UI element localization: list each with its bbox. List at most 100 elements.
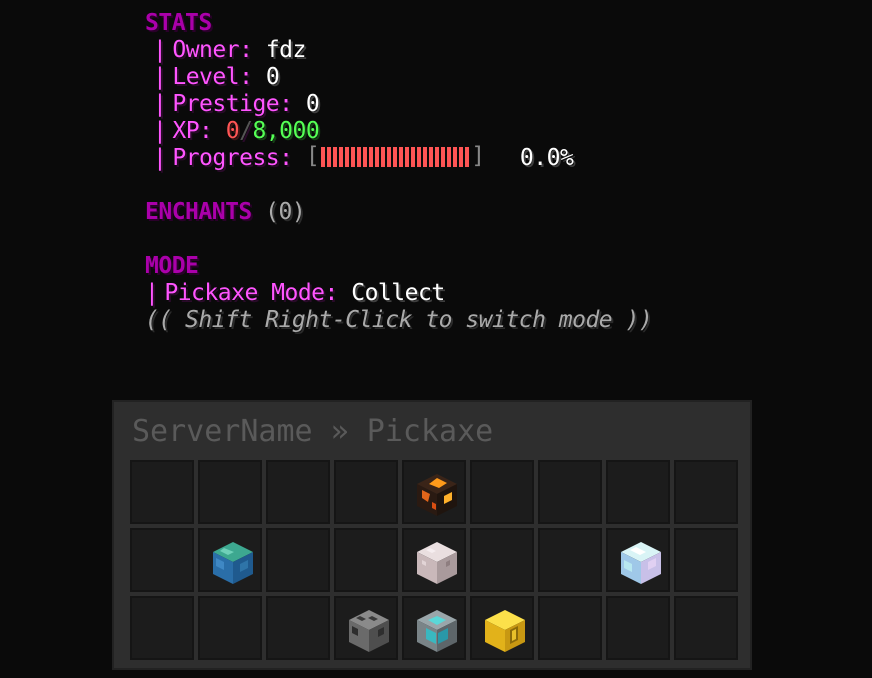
- diorite-block-icon[interactable]: [414, 540, 457, 584]
- line-separator: |: [145, 280, 159, 306]
- progress-segment: [453, 146, 458, 167]
- diamond-block-icon[interactable]: [618, 540, 661, 584]
- enchants-line: ENCHANTS (0): [145, 199, 705, 226]
- inventory-slot[interactable]: [538, 596, 602, 660]
- progress-segment: [333, 146, 338, 167]
- xp-current: 0: [225, 118, 240, 144]
- xp-line: | XP: 0/8,000: [145, 118, 705, 145]
- prismarine-block-icon[interactable]: [210, 540, 253, 584]
- line-separator: |: [153, 37, 167, 63]
- inventory-grid: [130, 460, 738, 660]
- inventory-slot[interactable]: [402, 528, 466, 592]
- progress-percent: 0.0%: [519, 145, 574, 171]
- progress-segment: [447, 146, 452, 167]
- gui-title: ServerName » Pickaxe: [132, 414, 494, 449]
- hint-line: (( Shift Right-Click to switch mode )): [145, 307, 705, 334]
- inventory-slot[interactable]: [402, 596, 466, 660]
- stats-title-line: STATS: [145, 10, 705, 37]
- inventory-slot[interactable]: [198, 528, 262, 592]
- progress-segment: [339, 146, 344, 167]
- inventory-slot[interactable]: [198, 596, 262, 660]
- enchants-count: (0): [265, 199, 306, 225]
- inventory-slot[interactable]: [130, 596, 194, 660]
- inventory-slot[interactable]: [334, 460, 398, 524]
- progress-segment: [441, 146, 446, 167]
- pickaxe-mode-value: Collect: [351, 280, 445, 306]
- progress-line: | Progress: [ ] 0.0%: [145, 143, 705, 172]
- inventory-slot[interactable]: [334, 528, 398, 592]
- owner-line: | Owner: fdz: [145, 37, 705, 64]
- progress-segment: [417, 146, 422, 167]
- progress-segment: [369, 146, 374, 167]
- inventory-slot[interactable]: [266, 528, 330, 592]
- progress-segment: [381, 146, 386, 167]
- inventory-slot[interactable]: [674, 596, 738, 660]
- progress-segment: [459, 146, 464, 167]
- inventory-slot[interactable]: [538, 460, 602, 524]
- beacon-block-icon[interactable]: [414, 608, 457, 652]
- inventory-slot[interactable]: [470, 460, 534, 524]
- level-line: | Level: 0: [145, 64, 705, 91]
- inventory-slot[interactable]: [538, 528, 602, 592]
- progress-segment: [429, 146, 434, 167]
- progress-bracket-close: ]: [471, 143, 485, 169]
- progress-segment: [345, 146, 350, 167]
- inventory-slot[interactable]: [470, 596, 534, 660]
- progress-segment: [387, 146, 392, 167]
- line-separator: |: [153, 118, 167, 144]
- inventory-slot[interactable]: [266, 596, 330, 660]
- inventory-slot[interactable]: [402, 460, 466, 524]
- inventory-slot[interactable]: [470, 528, 534, 592]
- mode-title-line: MODE: [145, 253, 705, 280]
- progress-segment: [327, 146, 332, 167]
- line-separator: |: [153, 64, 167, 90]
- inventory-slot[interactable]: [334, 596, 398, 660]
- mode-title: MODE: [145, 253, 199, 279]
- magma-block-icon[interactable]: [414, 472, 457, 516]
- inventory-slot[interactable]: [606, 460, 670, 524]
- inventory-slot[interactable]: [266, 460, 330, 524]
- xp-separator: /: [239, 118, 253, 144]
- line-separator: |: [153, 91, 167, 117]
- progress-segment: [465, 146, 470, 167]
- progress-bar: [ ]: [306, 143, 485, 170]
- progress-segment: [405, 146, 410, 167]
- inventory-slot[interactable]: [674, 460, 738, 524]
- progress-segment: [435, 146, 440, 167]
- progress-segment: [411, 146, 416, 167]
- prestige-value: 0: [305, 91, 320, 117]
- progress-segment: [351, 146, 356, 167]
- progress-segment: [399, 146, 404, 167]
- xp-label: XP:: [172, 118, 213, 144]
- progress-segment: [375, 146, 380, 167]
- inventory-slot[interactable]: [130, 528, 194, 592]
- progress-label: Progress:: [172, 145, 293, 171]
- progress-segment: [321, 146, 326, 167]
- iron-ore-block-icon[interactable]: [346, 608, 389, 652]
- inventory-slot[interactable]: [606, 596, 670, 660]
- progress-segment: [363, 146, 368, 167]
- inventory-slot[interactable]: [130, 460, 194, 524]
- enchants-title: ENCHANTS: [145, 199, 252, 225]
- level-label: Level:: [172, 64, 253, 90]
- level-value: 0: [265, 64, 280, 90]
- pickaxe-tooltip: STATS | Owner: fdz | Level: 0 | Prestige: 0…: [145, 10, 705, 334]
- progress-segment: [393, 146, 398, 167]
- stats-title: STATS: [145, 10, 212, 36]
- inventory-slot[interactable]: [674, 528, 738, 592]
- inventory-slot[interactable]: [198, 460, 262, 524]
- pickaxe-mode-line: | Pickaxe Mode: Collect: [145, 280, 705, 307]
- inventory-slot[interactable]: [606, 528, 670, 592]
- progress-segment: [423, 146, 428, 167]
- xp-max: 8,000: [252, 118, 320, 144]
- progress-segment: [357, 146, 362, 167]
- gold-block-icon[interactable]: [482, 608, 525, 652]
- prestige-label: Prestige:: [172, 91, 293, 117]
- progress-bracket-open: [: [305, 143, 320, 169]
- inventory-gui: ServerName » Pickaxe: [112, 400, 752, 670]
- line-separator: |: [153, 145, 167, 171]
- pickaxe-mode-label: Pickaxe Mode:: [164, 280, 338, 306]
- owner-value: fdz: [265, 37, 307, 63]
- owner-label: Owner:: [172, 37, 253, 63]
- prestige-line: | Prestige: 0: [145, 91, 705, 118]
